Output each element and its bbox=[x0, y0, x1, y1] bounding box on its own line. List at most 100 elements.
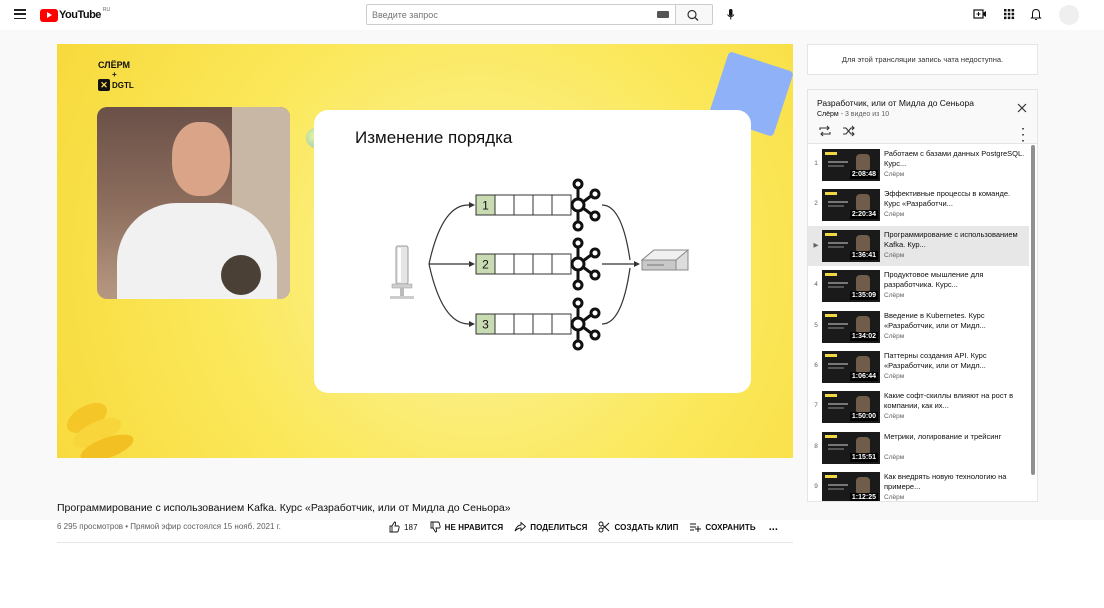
create-video-button[interactable] bbox=[973, 7, 987, 21]
playlist-scrollbar[interactable] bbox=[1031, 145, 1035, 475]
kafka-icon bbox=[570, 297, 601, 351]
dgtl-x-icon: ✕ bbox=[98, 79, 110, 91]
youtube-logo[interactable]: YouTube RU bbox=[40, 7, 111, 22]
playlist-item-info: Введение в Kubernetes. Курс «Разработчик… bbox=[884, 311, 1026, 340]
playlist-item-index: 1 bbox=[814, 160, 818, 167]
playlist-item-info: Эффективные процессы в команде. Курс «Ра… bbox=[884, 189, 1026, 218]
brand-logo: СЛЁРМ + ✕ DGTL bbox=[98, 61, 134, 91]
kafka-icon bbox=[570, 178, 601, 232]
logo-text: YouTube bbox=[59, 9, 101, 21]
playlist-item-duration: 1:34:02 bbox=[849, 331, 878, 341]
playlist-item-channel: Слёрм bbox=[884, 292, 905, 300]
share-button[interactable]: ПОДЕЛИТЬСЯ bbox=[514, 521, 587, 533]
playlist-item-channel: Слёрм bbox=[884, 372, 905, 380]
voice-search-button[interactable] bbox=[721, 5, 740, 24]
playlist-item-thumbnail[interactable]: 2:20:34 bbox=[822, 189, 880, 222]
playlist-item-info: Паттерны создания API. Курс «Разработчик… bbox=[884, 351, 1026, 380]
playlist-item-thumbnail[interactable]: 1:50:00 bbox=[822, 391, 880, 424]
shuffle-icon[interactable] bbox=[842, 125, 856, 137]
playlist-item[interactable]: ▶ 1:36:41 Программирование с использование… bbox=[808, 225, 1029, 267]
playlist-item-channel: Слёрм bbox=[884, 251, 905, 259]
playlist-item-index: 8 bbox=[814, 442, 818, 450]
mic-icon bbox=[727, 9, 735, 20]
playlist-item-info: Какие софт-скиллы влияют на рост в компа… bbox=[884, 391, 1026, 420]
playlist-item-title[interactable]: Продуктовое мышление для разработчика. К… bbox=[884, 270, 1026, 290]
playlist-item[interactable]: 8 1:15:51 Метрики, логирование и трейсинг С… bbox=[808, 428, 1029, 468]
search-input[interactable] bbox=[367, 5, 637, 25]
divider bbox=[57, 542, 793, 543]
menu-icon[interactable] bbox=[14, 9, 26, 20]
playlist-item-duration: 1:12:25 bbox=[849, 493, 878, 502]
playlist-item-thumbnail[interactable]: 1:36:41 bbox=[822, 229, 880, 262]
keyboard-icon[interactable] bbox=[657, 11, 669, 18]
playlist-item[interactable]: 9 1:12:25 Как внедрять новую технологию на… bbox=[808, 468, 1029, 502]
create-video-icon bbox=[973, 9, 986, 19]
brand-bottom-row: ✕ DGTL bbox=[98, 79, 134, 91]
partition-label-3: 3 bbox=[482, 318, 489, 332]
playlist-item-thumbnail[interactable]: 1:12:25 bbox=[822, 472, 880, 502]
notifications-button[interactable] bbox=[1029, 7, 1043, 21]
playlist-subtitle: Слёрм - 3 видео из 10 bbox=[817, 111, 889, 118]
playlist-item-thumbnail[interactable]: 1:06:44 bbox=[822, 350, 880, 383]
search-button[interactable] bbox=[676, 4, 713, 25]
video-actions: 187 НЕ НРАВИТСЯ ПОДЕЛИТЬСЯ СОЗДАТЬ КЛИП … bbox=[388, 519, 778, 535]
playlist-item-title[interactable]: Паттерны создания API. Курс «Разработчик… bbox=[884, 351, 1026, 371]
brand-plus: + bbox=[112, 70, 117, 79]
playlist-item-index: ▶ bbox=[813, 241, 819, 249]
thumb-up-icon bbox=[389, 521, 400, 533]
save-playlist-icon bbox=[690, 523, 702, 532]
close-icon[interactable] bbox=[1017, 103, 1027, 113]
playlist-item-duration: 1:15:51 bbox=[849, 452, 878, 462]
playlist-item-channel: Слёрм bbox=[884, 171, 905, 178]
playlist-item-index: 5 bbox=[814, 321, 818, 329]
video-title: Программирование с использованием Kafka.… bbox=[57, 502, 511, 514]
playlist-item[interactable]: 5 1:34:02 Введение в Kubernetes. Курс «Раз… bbox=[808, 307, 1029, 347]
playlist-item-title[interactable]: Как внедрять новую технологию на примере… bbox=[884, 472, 1026, 492]
playlist-item-thumbnail[interactable]: 1:35:09 bbox=[822, 270, 880, 303]
playlist-title[interactable]: Разработчик, или от Мидла до Сеньора bbox=[817, 98, 974, 108]
more-actions-button[interactable]: ... bbox=[769, 521, 778, 533]
kafka-diagram: 1 2 3 bbox=[390, 178, 690, 351]
apps-button[interactable] bbox=[1002, 7, 1016, 21]
shirt-print bbox=[221, 255, 261, 295]
like-button[interactable]: 187 bbox=[388, 521, 418, 533]
playlist-menu-icon[interactable]: · · · bbox=[1022, 125, 1025, 147]
dislike-button[interactable]: НЕ НРАВИТСЯ bbox=[429, 521, 504, 533]
playlist-item-info: Метрики, логирование и трейсинг Слёрм bbox=[884, 432, 1026, 461]
loop-icon[interactable] bbox=[818, 125, 832, 137]
clip-button[interactable]: СОЗДАТЬ КЛИП bbox=[598, 521, 678, 533]
playlist-item-duration: 1:50:00 bbox=[849, 412, 878, 422]
playlist-item-title[interactable]: Введение в Kubernetes. Курс «Разработчик… bbox=[884, 311, 1026, 331]
partition-label-2: 2 bbox=[482, 258, 489, 272]
playlist-item-thumbnail[interactable]: 1:34:02 bbox=[822, 310, 880, 343]
playlist-item[interactable]: 7 1:50:00 Какие софт-скиллы влияют на рост… bbox=[808, 387, 1029, 427]
playlist-item-title[interactable]: Какие софт-скиллы влияют на рост в компа… bbox=[884, 391, 1026, 411]
partition-label-1: 1 bbox=[482, 199, 489, 213]
playlist-item-index: 9 bbox=[814, 483, 818, 491]
playlist-item-title[interactable]: Программирование с использованием Kafka.… bbox=[884, 230, 1026, 250]
search-icon bbox=[687, 9, 699, 21]
video-player[interactable]: СЛЁРМ + ✕ DGTL Изменение порядка 1 2 3 bbox=[57, 44, 793, 458]
presentation-slide: Изменение порядка 1 2 3 bbox=[314, 110, 751, 393]
bell-icon bbox=[1030, 8, 1042, 20]
apps-icon bbox=[1004, 9, 1015, 20]
playlist-item-channel: Слёрм bbox=[884, 413, 905, 421]
playlist-item-thumbnail[interactable]: 2:08:48 bbox=[822, 149, 880, 181]
playlist-item[interactable]: 1 2:08:48 Работаем с базами данных Postgre… bbox=[808, 145, 1029, 185]
logo-country: RU bbox=[102, 7, 111, 13]
playlist-item-title[interactable]: Эффективные процессы в команде. Курс «Ра… bbox=[884, 189, 1026, 209]
playlist-item[interactable]: 2 2:20:34 Эффективные процессы в команде. … bbox=[808, 185, 1029, 225]
playlist-item-title[interactable]: Работаем с базами данных PostgreSQL. Кур… bbox=[884, 149, 1026, 169]
playlist-item[interactable]: 4 1:35:09 Продуктовое мышление для разрабо… bbox=[808, 266, 1029, 306]
playlist-item-title[interactable]: Метрики, логирование и трейсинг bbox=[884, 432, 1026, 452]
decorative-spiral bbox=[67, 402, 134, 458]
database-icon bbox=[390, 245, 414, 299]
playlist-item-index: 2 bbox=[814, 200, 818, 208]
playlist-channel[interactable]: Слёрм bbox=[817, 111, 839, 118]
avatar[interactable] bbox=[1059, 5, 1079, 25]
save-button[interactable]: СОХРАНИТЬ bbox=[689, 521, 756, 533]
partition-queue-2: 2 bbox=[475, 253, 572, 275]
playlist-item[interactable]: 6 1:06:44 Паттерны создания API. Курс «Раз… bbox=[808, 347, 1029, 387]
video-meta: 6 295 просмотров • Прямой эфир состоялся… bbox=[57, 522, 281, 531]
playlist-item-thumbnail[interactable]: 1:15:51 bbox=[822, 431, 880, 464]
